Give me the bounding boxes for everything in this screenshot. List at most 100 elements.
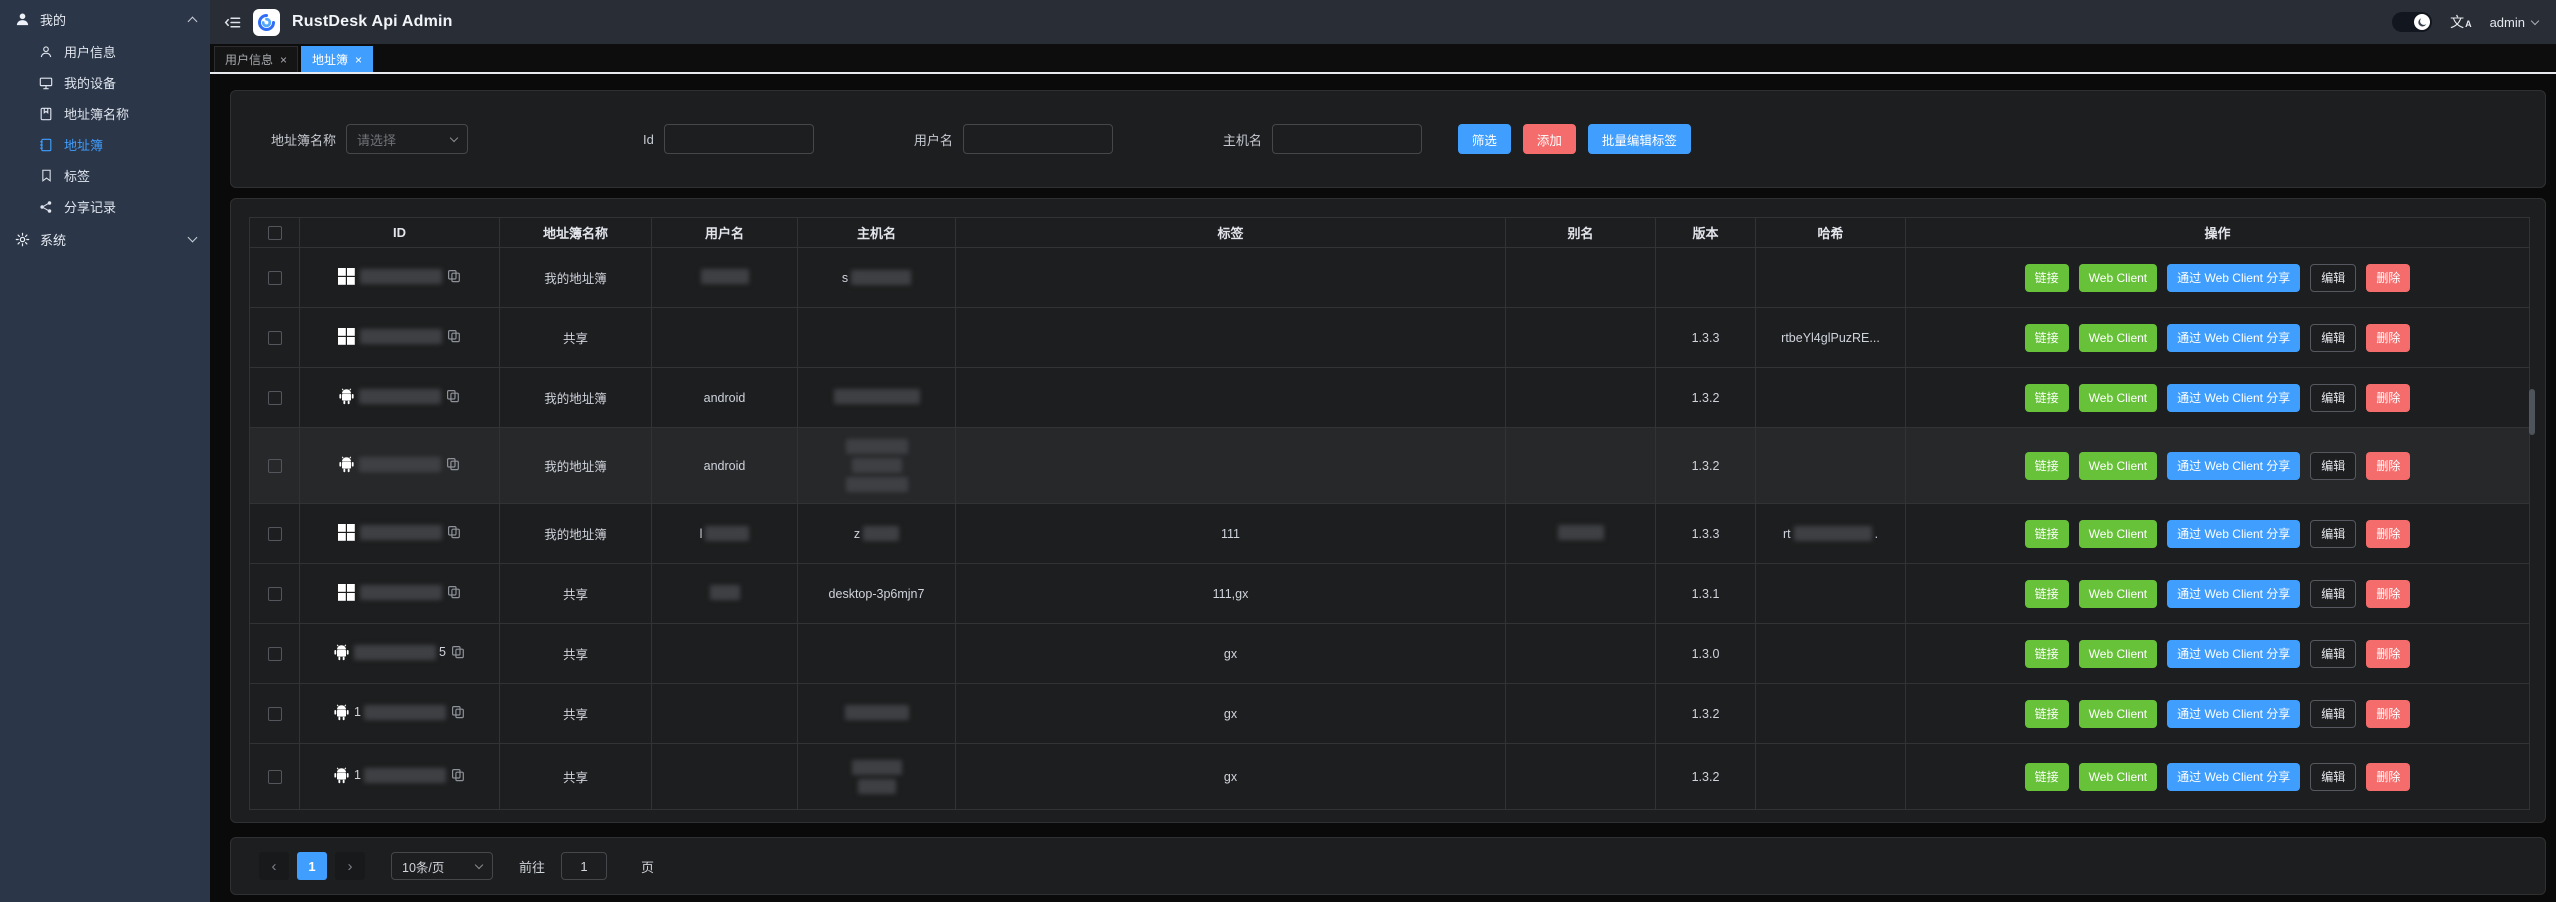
connect-button[interactable]: 链接 xyxy=(2025,452,2069,480)
row-checkbox[interactable] xyxy=(268,331,282,345)
connect-button[interactable]: 链接 xyxy=(2025,700,2069,728)
table-row: 1共享gx1.3.2链接Web Client通过 Web Client 分享编辑… xyxy=(250,684,2530,744)
copy-icon[interactable] xyxy=(451,645,465,659)
edit-button[interactable]: 编辑 xyxy=(2310,452,2356,480)
next-page-button[interactable]: › xyxy=(335,852,365,880)
web-client-button[interactable]: Web Client xyxy=(2079,452,2157,480)
username-input[interactable] xyxy=(963,124,1113,154)
sidebar-group-mine[interactable]: 我的 xyxy=(0,2,210,36)
alias-cell xyxy=(1506,744,1656,810)
filter-button[interactable]: 筛选 xyxy=(1458,124,1511,154)
addressbook-table: ID 地址簿名称 用户名 主机名 标签 别名 版本 哈希 操作 我的地址簿s链接… xyxy=(249,217,2530,810)
row-checkbox[interactable] xyxy=(268,770,282,784)
copy-icon[interactable] xyxy=(447,329,461,343)
web-client-button[interactable]: Web Client xyxy=(2079,520,2157,548)
copy-icon[interactable] xyxy=(447,269,461,283)
connect-button[interactable]: 链接 xyxy=(2025,580,2069,608)
delete-button[interactable]: 删除 xyxy=(2366,384,2410,412)
delete-button[interactable]: 删除 xyxy=(2366,264,2410,292)
id-input[interactable] xyxy=(664,124,814,154)
share-web-client-button[interactable]: 通过 Web Client 分享 xyxy=(2167,452,2300,480)
web-client-button[interactable]: Web Client xyxy=(2079,324,2157,352)
connect-button[interactable]: 链接 xyxy=(2025,324,2069,352)
web-client-button[interactable]: Web Client xyxy=(2079,264,2157,292)
delete-button[interactable]: 删除 xyxy=(2366,640,2410,668)
table-scrollbar[interactable] xyxy=(2529,389,2535,435)
addressbook-name-select[interactable]: 请选择 xyxy=(346,124,468,154)
delete-button[interactable]: 删除 xyxy=(2366,763,2410,791)
edit-button[interactable]: 编辑 xyxy=(2310,580,2356,608)
edit-button[interactable]: 编辑 xyxy=(2310,324,2356,352)
delete-button[interactable]: 删除 xyxy=(2366,452,2410,480)
fold-sidebar-icon[interactable] xyxy=(224,14,241,31)
share-web-client-button[interactable]: 通过 Web Client 分享 xyxy=(2167,763,2300,791)
row-checkbox[interactable] xyxy=(268,271,282,285)
sidebar-item-share-records[interactable]: 分享记录 xyxy=(0,191,210,222)
page-number[interactable]: 1 xyxy=(297,852,327,880)
batch-edit-tags-button[interactable]: 批量编辑标签 xyxy=(1588,124,1691,154)
connect-button[interactable]: 链接 xyxy=(2025,640,2069,668)
row-checkbox[interactable] xyxy=(268,587,282,601)
tab-close-icon[interactable]: × xyxy=(355,54,362,66)
row-checkbox[interactable] xyxy=(268,391,282,405)
sidebar-item-user-info[interactable]: 用户信息 xyxy=(0,36,210,67)
edit-button[interactable]: 编辑 xyxy=(2310,763,2356,791)
edit-button[interactable]: 编辑 xyxy=(2310,520,2356,548)
connect-button[interactable]: 链接 xyxy=(2025,264,2069,292)
prev-page-button[interactable]: ‹ xyxy=(259,852,289,880)
table-row: 我的地址簿android1.3.2链接Web Client通过 Web Clie… xyxy=(250,368,2530,428)
copy-icon[interactable] xyxy=(451,768,465,782)
web-client-button[interactable]: Web Client xyxy=(2079,384,2157,412)
name-text: 我的地址簿 xyxy=(544,392,607,406)
dark-mode-toggle[interactable] xyxy=(2392,12,2432,32)
sidebar-item-tags[interactable]: 标签 xyxy=(0,160,210,191)
row-checkbox[interactable] xyxy=(268,459,282,473)
sidebar-item-addressbook[interactable]: 地址簿 xyxy=(0,129,210,160)
connect-button[interactable]: 链接 xyxy=(2025,384,2069,412)
user-menu[interactable]: admin xyxy=(2490,15,2538,30)
page-size-select[interactable]: 10条/页 xyxy=(391,852,493,880)
add-button[interactable]: 添加 xyxy=(1523,124,1576,154)
name-cell: 我的地址簿 xyxy=(500,428,652,504)
delete-button[interactable]: 删除 xyxy=(2366,700,2410,728)
tab-user-info[interactable]: 用户信息 × xyxy=(214,46,298,72)
share-web-client-button[interactable]: 通过 Web Client 分享 xyxy=(2167,640,2300,668)
tab-close-icon[interactable]: × xyxy=(280,54,287,66)
connect-button[interactable]: 链接 xyxy=(2025,520,2069,548)
web-client-button[interactable]: Web Client xyxy=(2079,640,2157,668)
select-all-checkbox[interactable] xyxy=(268,226,282,240)
delete-button[interactable]: 删除 xyxy=(2366,520,2410,548)
copy-icon[interactable] xyxy=(446,389,460,403)
delete-button[interactable]: 删除 xyxy=(2366,324,2410,352)
row-checkbox[interactable] xyxy=(268,647,282,661)
share-web-client-button[interactable]: 通过 Web Client 分享 xyxy=(2167,324,2300,352)
sidebar-group-system[interactable]: 系统 xyxy=(0,222,210,256)
copy-icon[interactable] xyxy=(446,457,460,471)
redacted-text xyxy=(364,705,446,720)
connect-button[interactable]: 链接 xyxy=(2025,763,2069,791)
tab-addressbook[interactable]: 地址簿 × xyxy=(301,46,373,72)
delete-button[interactable]: 删除 xyxy=(2366,580,2410,608)
web-client-button[interactable]: Web Client xyxy=(2079,580,2157,608)
share-web-client-button[interactable]: 通过 Web Client 分享 xyxy=(2167,580,2300,608)
edit-button[interactable]: 编辑 xyxy=(2310,384,2356,412)
copy-icon[interactable] xyxy=(447,525,461,539)
row-checkbox[interactable] xyxy=(268,707,282,721)
goto-page-input[interactable] xyxy=(561,852,607,880)
copy-icon[interactable] xyxy=(451,705,465,719)
share-web-client-button[interactable]: 通过 Web Client 分享 xyxy=(2167,700,2300,728)
share-web-client-button[interactable]: 通过 Web Client 分享 xyxy=(2167,384,2300,412)
copy-icon[interactable] xyxy=(447,585,461,599)
share-web-client-button[interactable]: 通过 Web Client 分享 xyxy=(2167,264,2300,292)
edit-button[interactable]: 编辑 xyxy=(2310,700,2356,728)
edit-button[interactable]: 编辑 xyxy=(2310,640,2356,668)
web-client-button[interactable]: Web Client xyxy=(2079,700,2157,728)
edit-button[interactable]: 编辑 xyxy=(2310,264,2356,292)
translate-icon[interactable]: 文A xyxy=(2450,15,2472,29)
hostname-input[interactable] xyxy=(1272,124,1422,154)
row-checkbox[interactable] xyxy=(268,527,282,541)
sidebar-item-my-devices[interactable]: 我的设备 xyxy=(0,67,210,98)
web-client-button[interactable]: Web Client xyxy=(2079,763,2157,791)
share-web-client-button[interactable]: 通过 Web Client 分享 xyxy=(2167,520,2300,548)
sidebar-item-addressbook-names[interactable]: 地址簿名称 xyxy=(0,98,210,129)
